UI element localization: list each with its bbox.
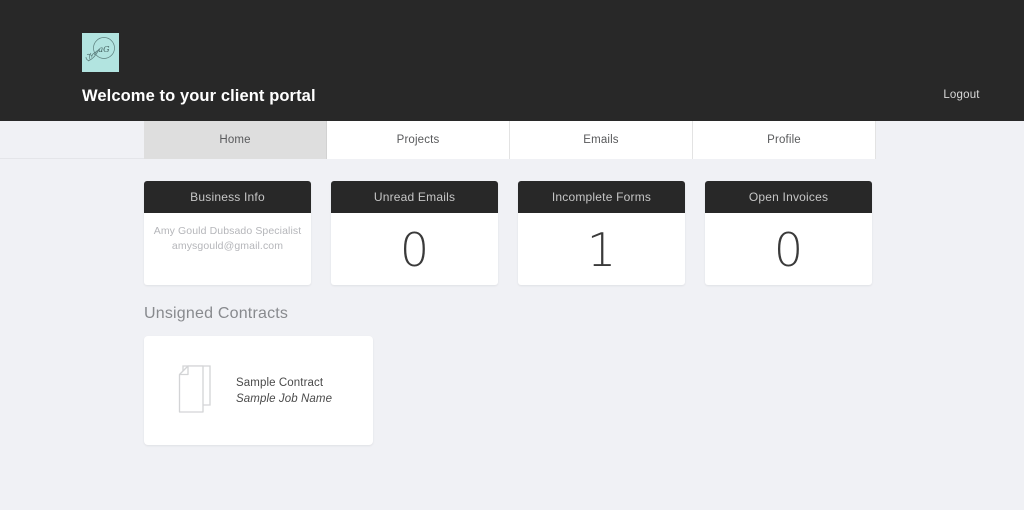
stat-card-business-info[interactable]: Business Info Amy Gould Dubsado Speciali… — [144, 181, 311, 285]
tab-home-label: Home — [219, 134, 251, 146]
stat-card-title: Open Invoices — [705, 181, 872, 213]
contract-name: Sample Contract — [236, 376, 324, 389]
tab-home[interactable]: Home — [144, 121, 327, 159]
logout-button[interactable]: Logout — [899, 89, 1024, 101]
svg-text:aG: aG — [98, 45, 110, 54]
stat-card-title: Unread Emails — [331, 181, 498, 213]
stat-card-title: Incomplete Forms — [518, 181, 685, 213]
stat-card-body: 0 — [705, 213, 872, 285]
brand-logo-icon: aG — [82, 33, 119, 72]
tab-profile[interactable]: Profile — [693, 121, 876, 159]
main-content: Business Info Amy Gould Dubsado Speciali… — [0, 159, 1024, 510]
stat-value: 1 — [586, 223, 617, 277]
tabbar-right-spacer — [876, 121, 1024, 159]
page-header: aG Welcome to your client portal Logout — [0, 0, 1024, 121]
tab-emails-label: Emails — [583, 134, 619, 146]
stat-card-open-invoices[interactable]: Open Invoices 0 — [705, 181, 872, 285]
tab-projects-label: Projects — [396, 134, 440, 146]
stat-value: 0 — [399, 223, 430, 277]
business-email: amysgould@gmail.com — [171, 240, 284, 252]
documents-stack-icon — [158, 363, 230, 419]
stat-value: 0 — [773, 223, 804, 277]
unsigned-contracts-heading: Unsigned Contracts — [144, 305, 289, 322]
contract-job-name: Sample Job Name — [236, 392, 333, 405]
stat-card-body: 1 — [518, 213, 685, 285]
business-name: Amy Gould Dubsado Specialist — [153, 225, 302, 237]
stat-card-title: Business Info — [144, 181, 311, 213]
page-title: Welcome to your client portal — [82, 87, 316, 105]
contract-card[interactable]: Sample Contract Sample Job Name — [144, 336, 373, 445]
stat-card-body: 0 — [331, 213, 498, 285]
stat-card-body: Amy Gould Dubsado Specialist amysgould@g… — [144, 213, 311, 285]
tab-profile-label: Profile — [767, 134, 801, 146]
stat-card-unread-emails[interactable]: Unread Emails 0 — [331, 181, 498, 285]
stat-card-incomplete-forms[interactable]: Incomplete Forms 1 — [518, 181, 685, 285]
main-tab-bar: Home Projects Emails Profile — [0, 121, 1024, 159]
contract-text-block: Sample Contract Sample Job Name — [236, 375, 332, 407]
tab-projects[interactable]: Projects — [327, 121, 510, 159]
stat-card-row: Business Info Amy Gould Dubsado Speciali… — [144, 181, 872, 285]
tab-emails[interactable]: Emails — [510, 121, 693, 159]
tabbar-left-spacer — [0, 121, 144, 159]
